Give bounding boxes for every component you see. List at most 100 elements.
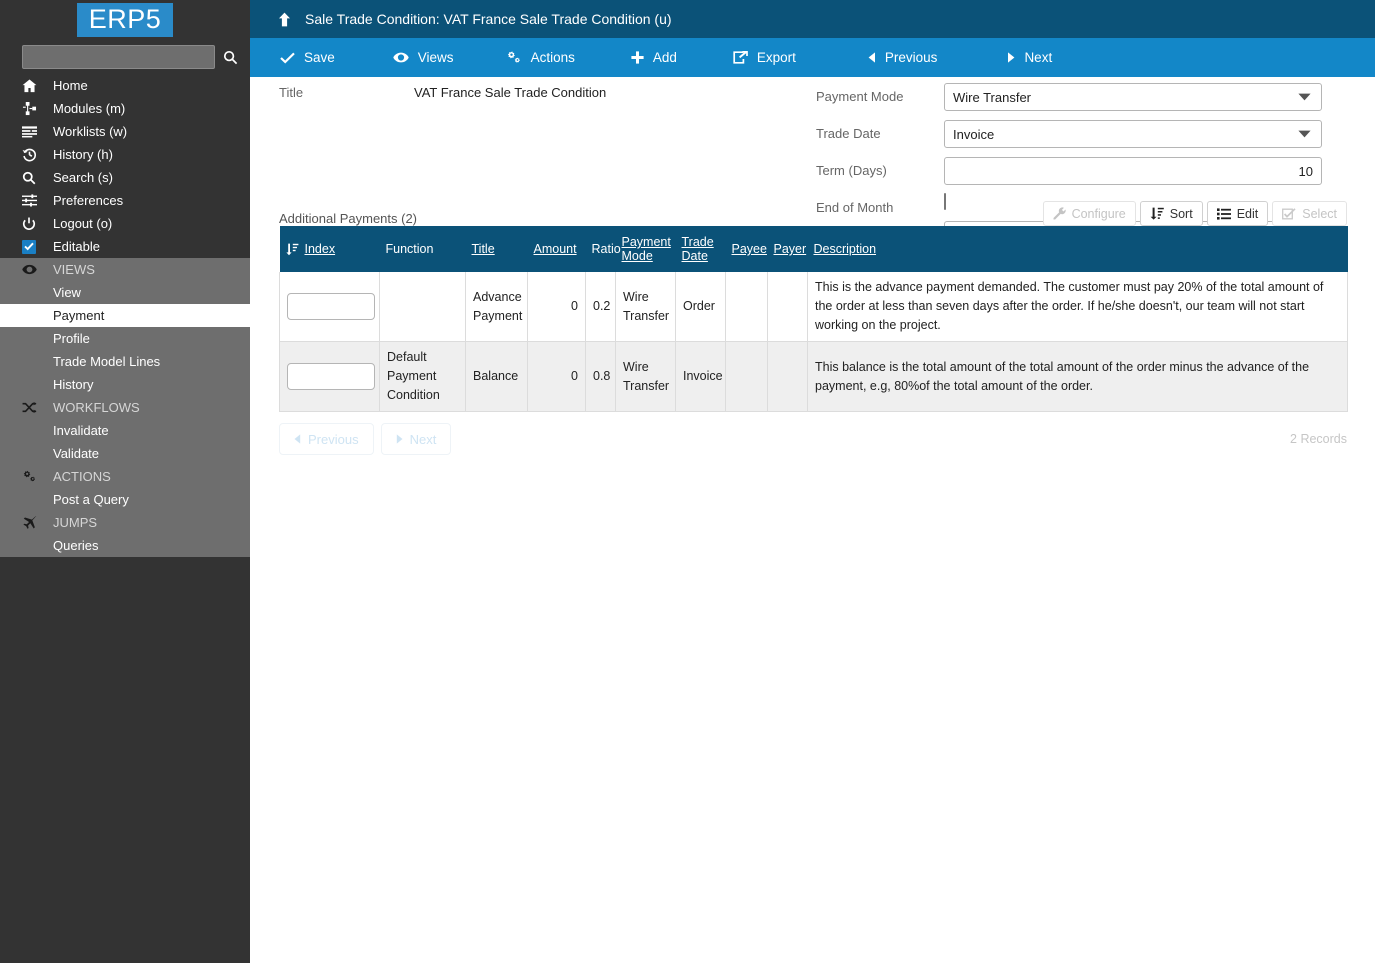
column-header-payer[interactable]: Payer xyxy=(767,226,808,272)
wrench-icon xyxy=(1053,207,1066,220)
sidebar-item-label: Logout (o) xyxy=(53,216,113,231)
search-icon[interactable] xyxy=(223,50,238,65)
column-header-amount[interactable]: Amount xyxy=(527,226,586,272)
save-button[interactable]: Save xyxy=(250,38,335,77)
sidebar-item-editable[interactable]: Editable xyxy=(0,235,250,258)
select-label: Select xyxy=(1302,206,1337,221)
edit-button[interactable]: Edit xyxy=(1206,201,1269,226)
sidebar-item-home[interactable]: Home xyxy=(0,74,250,97)
title-field-row: Title VAT France Sale Trade Condition xyxy=(279,85,606,100)
column-header-link[interactable]: Trade Date xyxy=(682,235,714,263)
sidebar-item-search[interactable]: Search (s) xyxy=(0,166,250,189)
sidebar-item-worklists[interactable]: Worklists (w) xyxy=(0,120,250,143)
sidebar-item-history-view[interactable]: History xyxy=(0,373,250,396)
listbox-title: Additional Payments (2) xyxy=(279,211,418,226)
gears-icon xyxy=(22,470,44,483)
sidebar-group-jumps: JUMPS xyxy=(0,511,250,534)
sidebar-item-logout[interactable]: Logout (o) xyxy=(0,212,250,235)
sidebar-item-label: Modules (m) xyxy=(53,101,126,116)
power-icon xyxy=(22,217,44,231)
column-header-payee[interactable]: Payee xyxy=(725,226,768,272)
column-header-trade-date[interactable]: Trade Date xyxy=(675,226,726,272)
add-button[interactable]: Add xyxy=(575,38,677,77)
listbox-action-buttons: Configure Sort Edit Select xyxy=(1042,201,1347,226)
chevron-right-icon xyxy=(396,434,403,444)
column-header-payment-mode[interactable]: Payment Mode xyxy=(615,226,676,272)
sidebar-item-history[interactable]: History (h) xyxy=(0,143,250,166)
export-icon xyxy=(733,51,748,64)
sidebar-group-label: ACTIONS xyxy=(53,469,111,484)
title-label: Title xyxy=(279,85,304,100)
term-days-field: Term (Days) xyxy=(816,157,1322,185)
erp5-logo[interactable]: ERP5 xyxy=(76,3,174,37)
column-header-link[interactable]: Payment Mode xyxy=(622,235,671,263)
sidebar-item-label: View xyxy=(53,285,81,300)
sidebar-item-preferences[interactable]: Preferences xyxy=(0,189,250,212)
column-header-link[interactable]: Payer xyxy=(774,242,807,256)
shuffle-icon xyxy=(22,401,44,414)
trade-date-select[interactable]: Invoice xyxy=(944,120,1322,148)
column-header-title[interactable]: Title xyxy=(465,226,528,272)
sidebar-item-trade-model-lines[interactable]: Trade Model Lines xyxy=(0,350,250,373)
cell-index[interactable] xyxy=(279,341,380,412)
sort-button[interactable]: Sort xyxy=(1139,201,1203,226)
sidebar-item-label: Validate xyxy=(53,446,100,461)
payment-mode-label: Payment Mode xyxy=(816,89,904,104)
sidebar-item-view[interactable]: View xyxy=(0,281,250,304)
cell-trade-date: Order xyxy=(675,272,726,342)
sidebar-item-post-a-query[interactable]: Post a Query xyxy=(0,488,250,511)
actions-button[interactable]: Actions xyxy=(454,38,575,77)
configure-button: Configure xyxy=(1042,201,1136,226)
next-button[interactable]: Next xyxy=(937,38,1052,77)
sidebar-item-label: Search (s) xyxy=(53,170,113,185)
cell-description: This is the advance payment demanded. Th… xyxy=(807,272,1348,342)
column-header-function: Function xyxy=(379,226,466,272)
sidebar-item-payment[interactable]: Payment xyxy=(0,304,250,327)
search-icon xyxy=(22,171,44,185)
column-header-link[interactable]: Amount xyxy=(534,242,577,256)
column-header-description[interactable]: Description xyxy=(807,226,1348,272)
listbox-previous-label: Previous xyxy=(308,431,359,447)
sidebar-item-validate[interactable]: Validate xyxy=(0,442,250,465)
plane-icon xyxy=(22,516,44,529)
sidebar-item-label: Payment xyxy=(53,308,105,323)
payment-mode-select[interactable]: Wire Transfer xyxy=(944,83,1322,111)
listbox-next-button[interactable]: Next xyxy=(380,423,452,455)
views-button[interactable]: Views xyxy=(335,38,454,77)
table-header-row: Index Function Title Amount Ratio Paymen… xyxy=(279,226,1348,272)
checkbox-checked-icon[interactable] xyxy=(22,239,44,254)
arrow-up-icon[interactable] xyxy=(278,12,291,27)
next-label: Next xyxy=(1024,50,1053,65)
column-header-link[interactable]: Payee xyxy=(732,242,767,256)
cell-description: This balance is the total amount of the … xyxy=(807,341,1348,412)
previous-button[interactable]: Previous xyxy=(796,38,937,77)
sidebar-item-modules[interactable]: Modules (m) xyxy=(0,97,250,120)
views-label: Views xyxy=(417,50,454,65)
sidebar-item-invalidate[interactable]: Invalidate xyxy=(0,419,250,442)
search-input[interactable] xyxy=(22,45,215,69)
cell-title: Balance xyxy=(465,341,528,412)
export-button[interactable]: Export xyxy=(677,38,796,77)
sidebar-group-actions: ACTIONS xyxy=(0,465,250,488)
term-days-input[interactable] xyxy=(944,157,1322,185)
sidebar-item-label: Post a Query xyxy=(53,492,129,507)
index-input[interactable] xyxy=(287,363,375,390)
additional-payments-listbox: Additional Payments (2) Configure Sort E… xyxy=(279,196,1348,455)
table-row[interactable]: Default Payment Condition Balance 0 0.8 … xyxy=(279,341,1348,412)
index-input[interactable] xyxy=(287,293,375,320)
cell-index[interactable] xyxy=(279,272,380,342)
sort-label: Sort xyxy=(1169,206,1193,221)
column-header-index[interactable]: Index xyxy=(279,226,380,272)
cell-payee xyxy=(725,272,768,342)
sidebar-item-queries[interactable]: Queries xyxy=(0,534,250,557)
table-row[interactable]: Advance Payment 0 0.2 Wire Transfer Orde… xyxy=(279,272,1348,342)
sidebar-group-label: VIEWS xyxy=(53,262,95,277)
column-header-link[interactable]: Index xyxy=(305,242,336,256)
sidebar-item-label: Profile xyxy=(53,331,90,346)
configure-label: Configure xyxy=(1071,206,1126,221)
sidebar-item-profile[interactable]: Profile xyxy=(0,327,250,350)
cell-payment-mode: Wire Transfer xyxy=(615,272,676,342)
listbox-previous-button[interactable]: Previous xyxy=(279,423,374,455)
column-header-link[interactable]: Title xyxy=(472,242,495,256)
column-header-link[interactable]: Description xyxy=(814,242,877,256)
